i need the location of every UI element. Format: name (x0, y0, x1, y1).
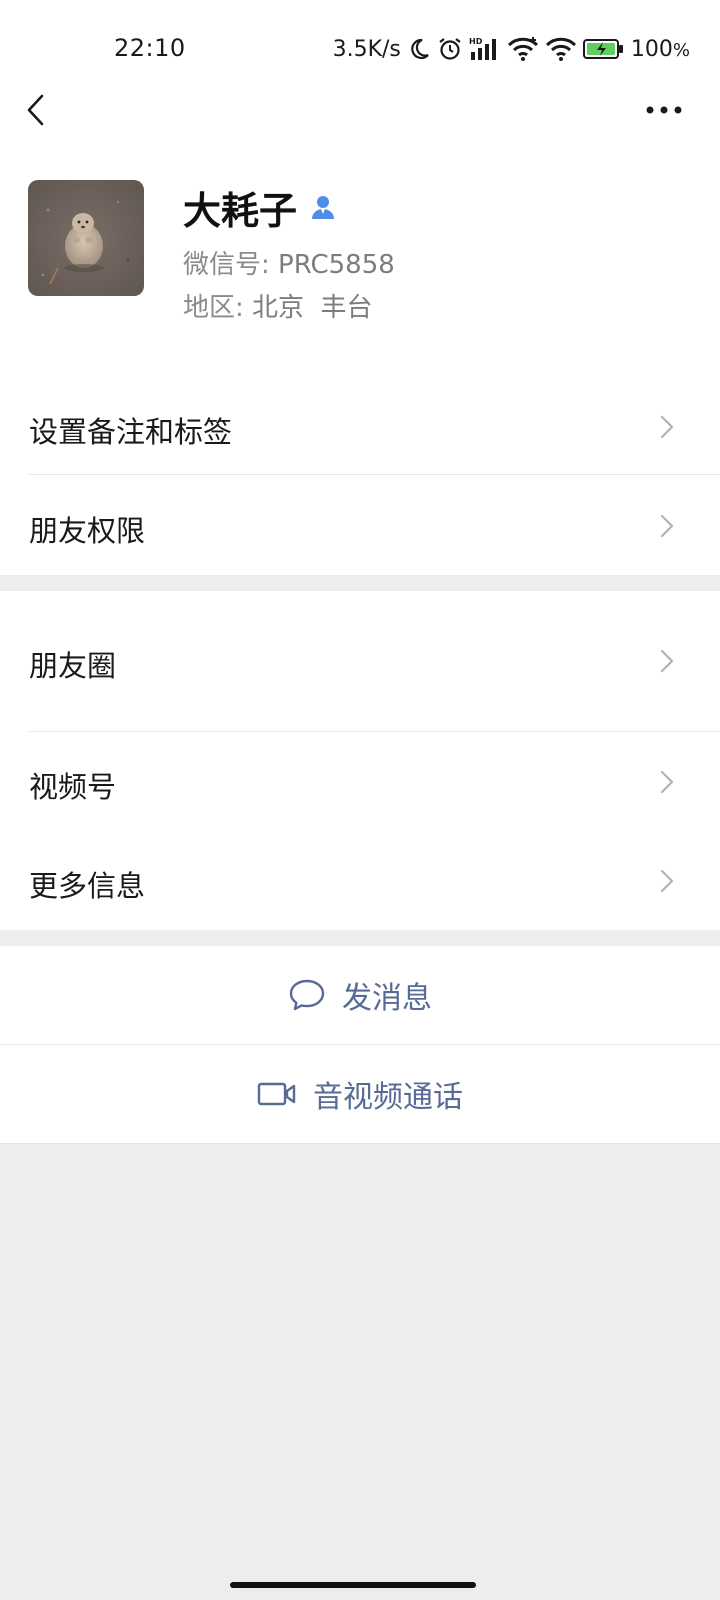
back-arrow-icon[interactable] (20, 90, 50, 130)
alarm-icon (437, 36, 463, 62)
moments-label: 朋友圈 (29, 649, 117, 683)
moments-cell[interactable]: 朋友圈 (0, 591, 720, 732)
home-indicator[interactable] (230, 1582, 476, 1588)
wechat-id-line: 微信号: PRC5858 (183, 244, 395, 281)
video-camera-icon (257, 1080, 297, 1108)
remark-tags-label: 设置备注和标签 (29, 415, 233, 449)
wechat-id-value: PRC5858 (278, 250, 395, 280)
contact-name: 大耗子 (183, 188, 298, 233)
svg-text:HD: HD (469, 37, 483, 46)
wechat-id-label: 微信号: (183, 250, 279, 280)
nav-bar (0, 80, 720, 140)
moon-icon (407, 37, 431, 61)
profile-header-area: 22:10 3.5K/s HD 100% 大耗子 微信号: PRC5858 地区… (0, 0, 720, 375)
battery-unit: % (672, 39, 690, 61)
send-message-label: 发消息 (342, 981, 432, 1016)
profile-info: 大耗子 微信号: PRC5858 地区: 北京 丰台 (0, 180, 720, 340)
permissions-cell[interactable]: 朋友权限 (0, 475, 720, 575)
chevron-right-icon (660, 770, 674, 794)
battery-value: 100 (630, 36, 673, 62)
avatar[interactable] (28, 180, 144, 296)
av-call-content: 音视频通话 (0, 1045, 720, 1143)
more-dots-icon[interactable] (644, 96, 684, 124)
more-info-label: 更多信息 (29, 869, 146, 903)
chat-bubble-icon (288, 978, 326, 1012)
permissions-label: 朋友权限 (29, 514, 146, 548)
chevron-right-icon (660, 649, 674, 673)
av-call-button[interactable]: 音视频通话 (0, 1045, 720, 1143)
send-message-content: 发消息 (0, 946, 720, 1044)
content-group: 朋友圈 视频号 更多信息 (0, 591, 720, 930)
region-line: 地区: 北京 丰台 (183, 287, 373, 324)
av-call-label: 音视频通话 (313, 1080, 463, 1115)
channels-label: 视频号 (29, 770, 117, 804)
chevron-right-icon (660, 415, 674, 439)
status-time: 22:10 (114, 34, 186, 62)
contact-profile-screen: 22:10 3.5K/s HD 100% 大耗子 微信号: PRC5858 地区… (0, 0, 720, 1600)
send-message-button[interactable]: 发消息 (0, 946, 720, 1044)
region-label: 地区: (183, 293, 253, 323)
battery-charging-icon (582, 37, 625, 61)
wifi-plus-icon (545, 36, 577, 62)
remark-tags-cell[interactable]: 设置备注和标签 (0, 375, 720, 475)
battery-percent: 100% (631, 37, 690, 62)
more-info-cell[interactable]: 更多信息 (0, 832, 720, 930)
settings-group: 设置备注和标签 朋友权限 (0, 375, 720, 575)
chevron-right-icon (660, 514, 674, 538)
male-person-icon (309, 193, 337, 221)
wifi-icon (507, 36, 539, 62)
channels-cell[interactable]: 视频号 (0, 732, 720, 832)
network-speed: 3.5K/s (332, 36, 401, 62)
status-indicators: 3.5K/s HD 100% (333, 34, 690, 64)
name-row: 大耗子 (183, 182, 337, 233)
region-value: 北京 丰台 (252, 293, 373, 323)
hd-signal-icon: HD (469, 36, 501, 62)
bottom-divider (0, 1143, 720, 1144)
chevron-right-icon (660, 869, 674, 893)
